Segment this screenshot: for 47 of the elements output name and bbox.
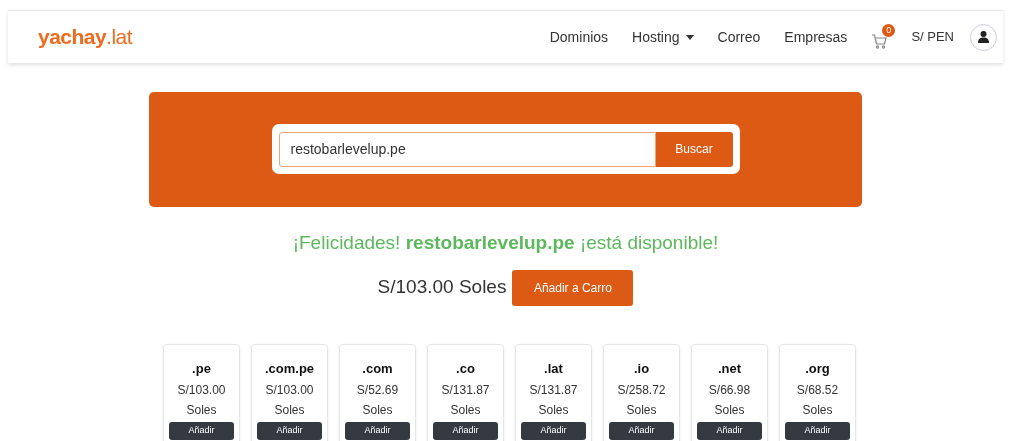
price-unit: Soles <box>714 402 745 419</box>
extension-name: .io <box>633 359 650 378</box>
add-button[interactable]: Añadir <box>697 422 762 440</box>
search-button[interactable]: Buscar <box>655 131 733 167</box>
price-unit: Soles <box>802 402 833 419</box>
price-unit: Soles <box>362 402 393 419</box>
add-button[interactable]: Añadir <box>257 422 322 440</box>
extension-name: .com <box>362 359 393 378</box>
nav-link[interactable]: Empresas <box>772 26 860 48</box>
cart-count-badge: 0 <box>882 24 896 37</box>
cart-button[interactable]: 0 <box>871 24 896 50</box>
extension-price: S/52.69 <box>356 382 399 399</box>
add-button[interactable]: Añadir <box>345 422 410 440</box>
extension-name: .com.pe <box>264 359 315 378</box>
price-unit: Soles <box>626 402 657 419</box>
price-unit: Soles <box>186 402 217 419</box>
extension-price: S/68.52 <box>796 382 839 399</box>
cart-icon <box>871 34 888 49</box>
user-icon <box>978 31 989 43</box>
nav-link[interactable]: Dominios <box>537 26 621 48</box>
price-unit: Soles <box>450 402 481 419</box>
extension-name: .co <box>456 359 475 378</box>
extension-name: .net <box>717 359 742 378</box>
add-to-cart-button[interactable]: Añadir a Carro <box>512 269 634 306</box>
extension-name: .org <box>805 359 830 378</box>
add-button[interactable]: Añadir <box>521 422 586 440</box>
nav-link[interactable]: Correo <box>705 26 773 48</box>
extension-name: .lat <box>544 359 563 378</box>
extension-price: S/103.00 <box>265 382 314 399</box>
add-button[interactable]: Añadir <box>433 422 498 440</box>
extension-price: S/258.72 <box>617 382 666 399</box>
caret-icon <box>685 34 694 40</box>
add-button[interactable]: Añadir <box>169 422 234 440</box>
currency-selector[interactable]: S/ PEN <box>903 27 962 47</box>
domain-input[interactable]: restobarlevelup.pe <box>278 131 656 167</box>
availability-message: ¡Felicidades! restobarlevelup.pe ¡está disponible! <box>291 231 720 255</box>
nav-dropdown[interactable]: Hosting <box>620 26 706 48</box>
price-unit: Soles <box>538 402 569 419</box>
price-unit: Soles <box>274 402 305 419</box>
domain-price: S/103.00 Soles <box>377 275 507 300</box>
add-button[interactable]: Añadir <box>609 422 674 440</box>
add-button[interactable]: Añadir <box>785 422 850 440</box>
extension-price: S/103.00 <box>177 382 226 399</box>
extension-name: .pe <box>192 359 211 378</box>
extension-price: S/66.98 <box>708 382 751 399</box>
extension-price: S/131.87 <box>441 382 490 399</box>
extension-price: S/131.87 <box>529 382 578 399</box>
